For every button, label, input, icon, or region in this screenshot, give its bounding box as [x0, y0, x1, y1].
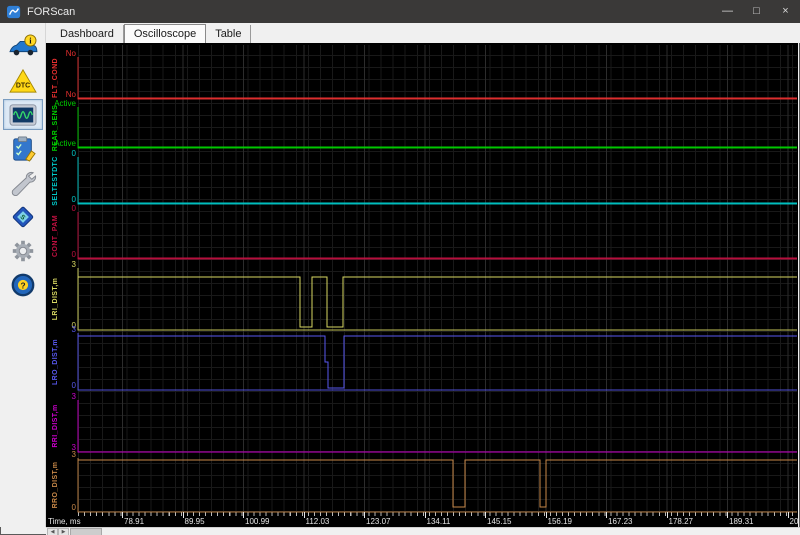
minimize-button[interactable]: —	[713, 0, 742, 23]
time-tick-label: 156.19	[547, 517, 572, 526]
dtc-warning-icon: DTC	[8, 68, 37, 93]
sidebar-button-oscilloscope[interactable]	[2, 99, 43, 130]
scroll-left-button[interactable]: ◀	[47, 528, 58, 535]
time-major-tick	[243, 512, 244, 518]
channel-max-value: Active	[54, 99, 76, 108]
window-title: FORScan	[27, 5, 76, 18]
time-tick-label: 100.99	[245, 517, 270, 526]
channel-axis	[77, 57, 797, 100]
sidebar-button-service[interactable]	[3, 167, 43, 198]
channel-min-value: 0	[71, 250, 76, 259]
maximize-button[interactable]: □	[742, 0, 771, 23]
tab-dashboard[interactable]: Dashboard	[51, 25, 124, 43]
time-major-tick	[666, 512, 668, 518]
channel-max-value: 0	[71, 204, 76, 213]
channel-max-value: 3	[71, 450, 76, 459]
channel-trace	[78, 276, 797, 328]
sidebar-button-dtc[interactable]: DTC	[3, 65, 43, 96]
time-tick-label: 200.35	[789, 517, 799, 526]
tab-table[interactable]: Table	[206, 25, 252, 43]
time-major-tick	[122, 512, 123, 518]
channel-min-value: 0	[71, 195, 76, 204]
channel-name-4: LRI_DIST,m	[52, 277, 59, 321]
forscan-window: FORScan — □ × i DTC S ? Dashboard Oscill…	[0, 0, 800, 535]
time-tick-label: 78.91	[124, 517, 145, 526]
sidebar-button-help[interactable]: ?	[3, 269, 43, 300]
svg-text:DTC: DTC	[15, 82, 29, 89]
time-major-tick	[303, 512, 305, 518]
time-tick-label: 145.15	[487, 517, 512, 526]
car-info-icon: i	[8, 33, 37, 55]
channel-axis	[77, 400, 797, 453]
scroll-right-button[interactable]: ▶	[58, 528, 69, 535]
channel-min-value: 0	[71, 381, 76, 390]
time-major-tick	[485, 512, 486, 518]
oscilloscope-plot[interactable]: Time, ms FLT_COND No No REAR_SENS Active Acti…	[46, 43, 798, 527]
sidebar-button-configuration[interactable]: S	[3, 201, 43, 232]
steering-wheel-help-icon: ?	[11, 273, 34, 296]
time-major-tick	[182, 512, 184, 518]
sidebar-button-settings[interactable]	[3, 235, 43, 266]
channel-axis	[77, 157, 797, 205]
channel-name-7: RRO_DIST,m	[52, 461, 59, 509]
channel-trace	[78, 335, 797, 389]
time-major-tick	[364, 512, 365, 518]
tab-oscilloscope[interactable]: Oscilloscope	[123, 24, 207, 43]
gear-icon	[12, 240, 33, 261]
wrench-icon	[11, 171, 36, 196]
time-tick-label: 167.23	[608, 517, 633, 526]
scrollbar-thumb[interactable]	[70, 528, 102, 535]
channel-max-value: 3	[71, 392, 76, 401]
channel-max-value: 0	[71, 149, 76, 158]
channel-axis	[77, 333, 797, 391]
time-major-tick	[787, 512, 789, 518]
time-major-tick	[424, 512, 426, 518]
sidebar: i DTC S ?	[0, 23, 46, 527]
time-tick-label: 134.11	[426, 517, 451, 526]
time-tick-label: 112.03	[305, 517, 330, 526]
time-tick-label: 178.27	[668, 517, 693, 526]
time-major-tick	[545, 512, 547, 518]
time-major-tick	[727, 512, 728, 518]
channel-name-6: RRI_DIST,m	[52, 404, 59, 448]
tests-clipboard-icon	[12, 135, 36, 162]
signal-traces	[77, 57, 797, 513]
titlebar[interactable]: FORScan — □ ×	[0, 0, 800, 23]
svg-text:?: ?	[20, 280, 25, 290]
sidebar-button-vehicle-info[interactable]: i	[3, 31, 43, 62]
channel-min-value: Active	[54, 139, 76, 148]
channel-min-value: 0	[71, 503, 76, 512]
channel-trace	[78, 459, 797, 508]
time-tick-label: 89.95	[184, 517, 205, 526]
close-button[interactable]: ×	[771, 0, 800, 23]
time-tick-label: 123.07	[366, 517, 391, 526]
channel-max-value: 3	[71, 325, 76, 334]
channel-axis	[77, 458, 797, 513]
sidebar-button-tests[interactable]	[3, 133, 43, 164]
channel-name-5: LRO_DIST,m	[52, 338, 59, 385]
tab-bar: Dashboard Oscilloscope Table	[46, 23, 800, 43]
horizontal-scrollbar[interactable]: ◀ ▶	[46, 527, 800, 535]
oscilloscope-icon	[9, 103, 36, 126]
time-major-tick	[606, 512, 607, 518]
window-controls: — □ ×	[713, 0, 800, 23]
forscan-logo-icon	[7, 5, 21, 19]
channel-max-value: No	[65, 49, 76, 58]
channel-min-value: No	[65, 90, 76, 99]
chip-icon: S	[12, 206, 33, 227]
time-tick-label: 189.31	[729, 517, 754, 526]
channel-max-value: 3	[71, 260, 76, 269]
channel-axis	[77, 107, 797, 149]
channel-axis	[77, 212, 797, 260]
